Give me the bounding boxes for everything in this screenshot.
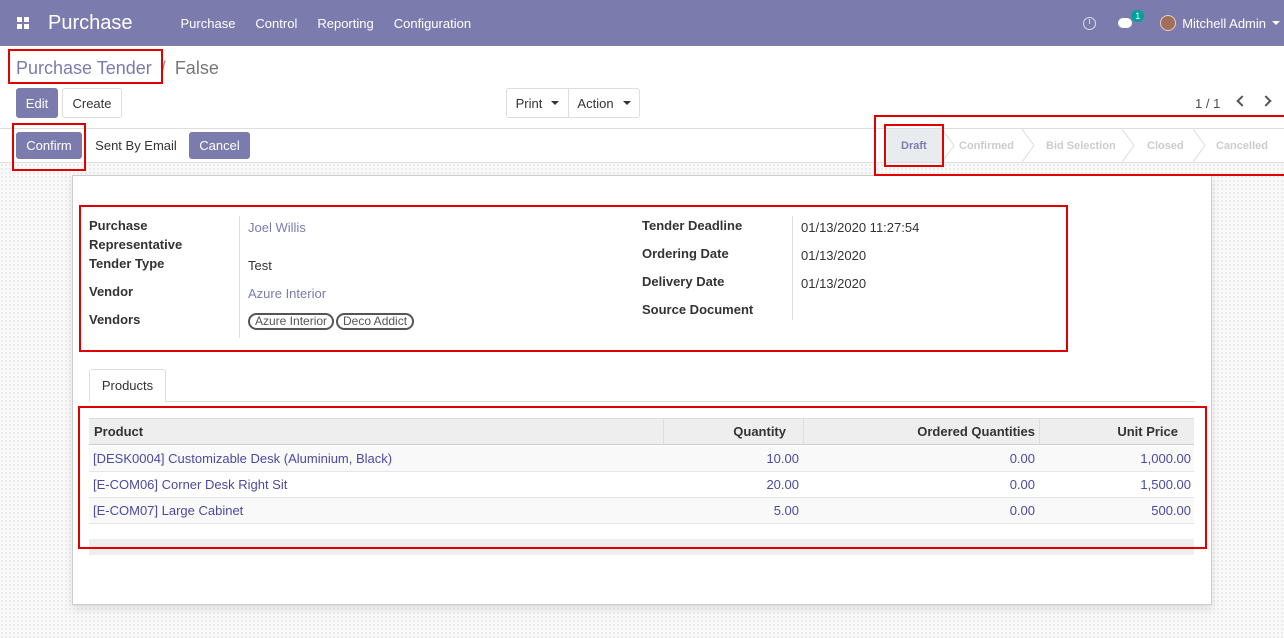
tab-products[interactable]: Products: [89, 369, 166, 402]
column-product[interactable]: Product: [94, 419, 143, 445]
ordered-quantity-cell: 0.00: [1009, 451, 1035, 466]
confirm-button[interactable]: Confirm: [16, 132, 82, 159]
products-table-header: Product Quantity Ordered Quantities Unit…: [89, 418, 1194, 445]
user-menu[interactable]: Mitchell Admin: [1182, 16, 1266, 31]
apps-menu-icon[interactable]: [0, 0, 46, 46]
print-caret-icon: [551, 101, 560, 105]
source-document-label: Source Document: [642, 302, 754, 317]
breadcrumb-current: False: [174, 58, 219, 78]
vendor-tag[interactable]: Azure Interior: [248, 313, 335, 330]
menu-control[interactable]: Control: [255, 16, 297, 31]
table-row[interactable]: [DESK0004] Customizable Desk (Aluminium,…: [89, 446, 1194, 472]
print-label: Print: [515, 95, 543, 111]
stage-arrow-icon: [1193, 129, 1206, 162]
messaging-button[interactable]: 1: [1118, 10, 1145, 30]
create-button[interactable]: Create: [62, 88, 122, 118]
tender-deadline-label: Tender Deadline: [642, 218, 743, 233]
menu-purchase[interactable]: Purchase: [181, 16, 236, 31]
column-divider: [803, 419, 804, 445]
column-divider: [663, 419, 664, 445]
stage-arrow-icon: [1022, 129, 1035, 162]
stage-cancelled[interactable]: Cancelled: [1216, 129, 1268, 162]
activity-clock-icon[interactable]: [1083, 16, 1097, 30]
product-cell: [E-COM07] Large Cabinet: [93, 503, 244, 518]
edit-button[interactable]: Edit: [16, 88, 58, 118]
vendor-label: Vendor: [89, 284, 134, 299]
stage-draft[interactable]: Draft: [901, 129, 927, 162]
column-ordered-quantities[interactable]: Ordered Quantities: [917, 419, 1035, 445]
tender-type-label: Tender Type: [89, 256, 165, 271]
table-row[interactable]: [E-COM06] Corner Desk Right Sit 20.00 0.…: [89, 472, 1194, 498]
unit-price-cell: 1,500.00: [1140, 477, 1191, 492]
quantity-cell: 20.00: [766, 477, 799, 492]
app-brand[interactable]: Purchase: [48, 12, 133, 35]
vendor-tag[interactable]: Deco Addict: [336, 313, 415, 330]
message-count-badge: 1: [1131, 10, 1145, 22]
user-caret-icon[interactable]: [1272, 21, 1280, 25]
delivery-date-field[interactable]: 01/13/2020: [801, 276, 866, 291]
table-row[interactable]: [E-COM07] Large Cabinet 5.00 0.00 500.00: [89, 498, 1194, 524]
vendor-field[interactable]: Azure Interior: [248, 286, 326, 301]
tender-type-field[interactable]: Test: [248, 258, 272, 273]
user-avatar[interactable]: [1160, 15, 1177, 31]
stage-confirmed[interactable]: Confirmed: [959, 129, 1014, 162]
ordering-date-label: Ordering Date: [642, 246, 729, 261]
cancel-button[interactable]: Cancel: [189, 132, 250, 159]
stage-arrow-icon: [1122, 129, 1135, 162]
print-dropdown[interactable]: Print: [506, 88, 569, 118]
tab-underline: [89, 401, 1195, 402]
action-label: Action: [577, 95, 614, 111]
breadcrumb-parent[interactable]: Purchase Tender: [16, 58, 152, 78]
quantity-cell: 10.00: [766, 451, 799, 466]
delivery-date-label: Delivery Date: [642, 274, 725, 289]
breadcrumb-separator: /: [160, 58, 166, 78]
sent-by-email-button[interactable]: Sent By Email: [87, 132, 185, 159]
product-cell: [DESK0004] Customizable Desk (Aluminium,…: [93, 451, 393, 466]
pager-value[interactable]: 1 / 1: [1195, 96, 1220, 111]
products-table-footer: [89, 539, 1194, 555]
ordered-quantity-cell: 0.00: [1009, 477, 1035, 492]
column-quantity[interactable]: Quantity: [733, 419, 786, 445]
ordered-quantity-cell: 0.00: [1009, 503, 1035, 518]
product-cell: [E-COM06] Corner Desk Right Sit: [93, 477, 288, 492]
stage-closed[interactable]: Closed: [1147, 129, 1184, 162]
left-group-divider: [239, 216, 240, 338]
breadcrumb: Purchase Tender / False: [16, 58, 219, 79]
tender-deadline-field[interactable]: 01/13/2020 11:27:54: [801, 220, 919, 235]
pager-previous-icon[interactable]: [1236, 95, 1248, 107]
quantity-cell: 5.00: [773, 503, 799, 518]
unit-price-cell: 1,000.00: [1140, 451, 1191, 466]
action-caret-icon: [622, 101, 631, 105]
purchase-representative-label-1: Purchase: [89, 218, 148, 233]
stage-arrow-icon: [942, 129, 955, 162]
menu-configuration[interactable]: Configuration: [394, 16, 471, 31]
menu-reporting[interactable]: Reporting: [317, 16, 373, 31]
purchase-representative-field[interactable]: Joel Willis: [248, 220, 306, 235]
chat-icon: [1118, 18, 1133, 28]
column-unit-price[interactable]: Unit Price: [1117, 419, 1178, 445]
unit-price-cell: 500.00: [1151, 503, 1191, 518]
right-group-divider: [792, 216, 793, 320]
stage-bid-selection[interactable]: Bid Selection: [1046, 129, 1116, 162]
purchase-representative-label-2: Representative: [89, 237, 183, 252]
column-divider: [1039, 419, 1040, 445]
action-dropdown[interactable]: Action: [568, 88, 640, 118]
vendors-label: Vendors: [89, 312, 141, 327]
pager-next-icon[interactable]: [1260, 95, 1272, 107]
ordering-date-field[interactable]: 01/13/2020: [801, 248, 866, 263]
top-navbar: Purchase Purchase Control Reporting Conf…: [0, 0, 1284, 46]
